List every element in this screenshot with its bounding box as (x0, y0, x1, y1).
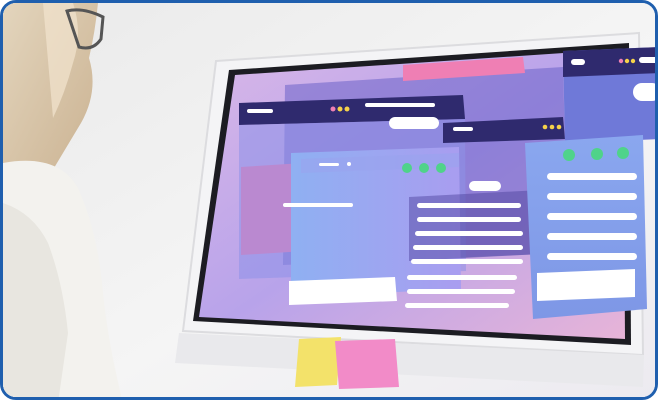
sticky-note-pink (335, 339, 399, 389)
browser-window-top-right (563, 47, 655, 143)
window-dots-icon (330, 106, 350, 112)
window-dots-icon (402, 163, 446, 173)
window-dots-icon (618, 58, 636, 64)
image-frame (0, 0, 658, 400)
floating-panel-right (525, 135, 647, 319)
scene (3, 3, 655, 397)
sticky-note-yellow (295, 337, 341, 387)
